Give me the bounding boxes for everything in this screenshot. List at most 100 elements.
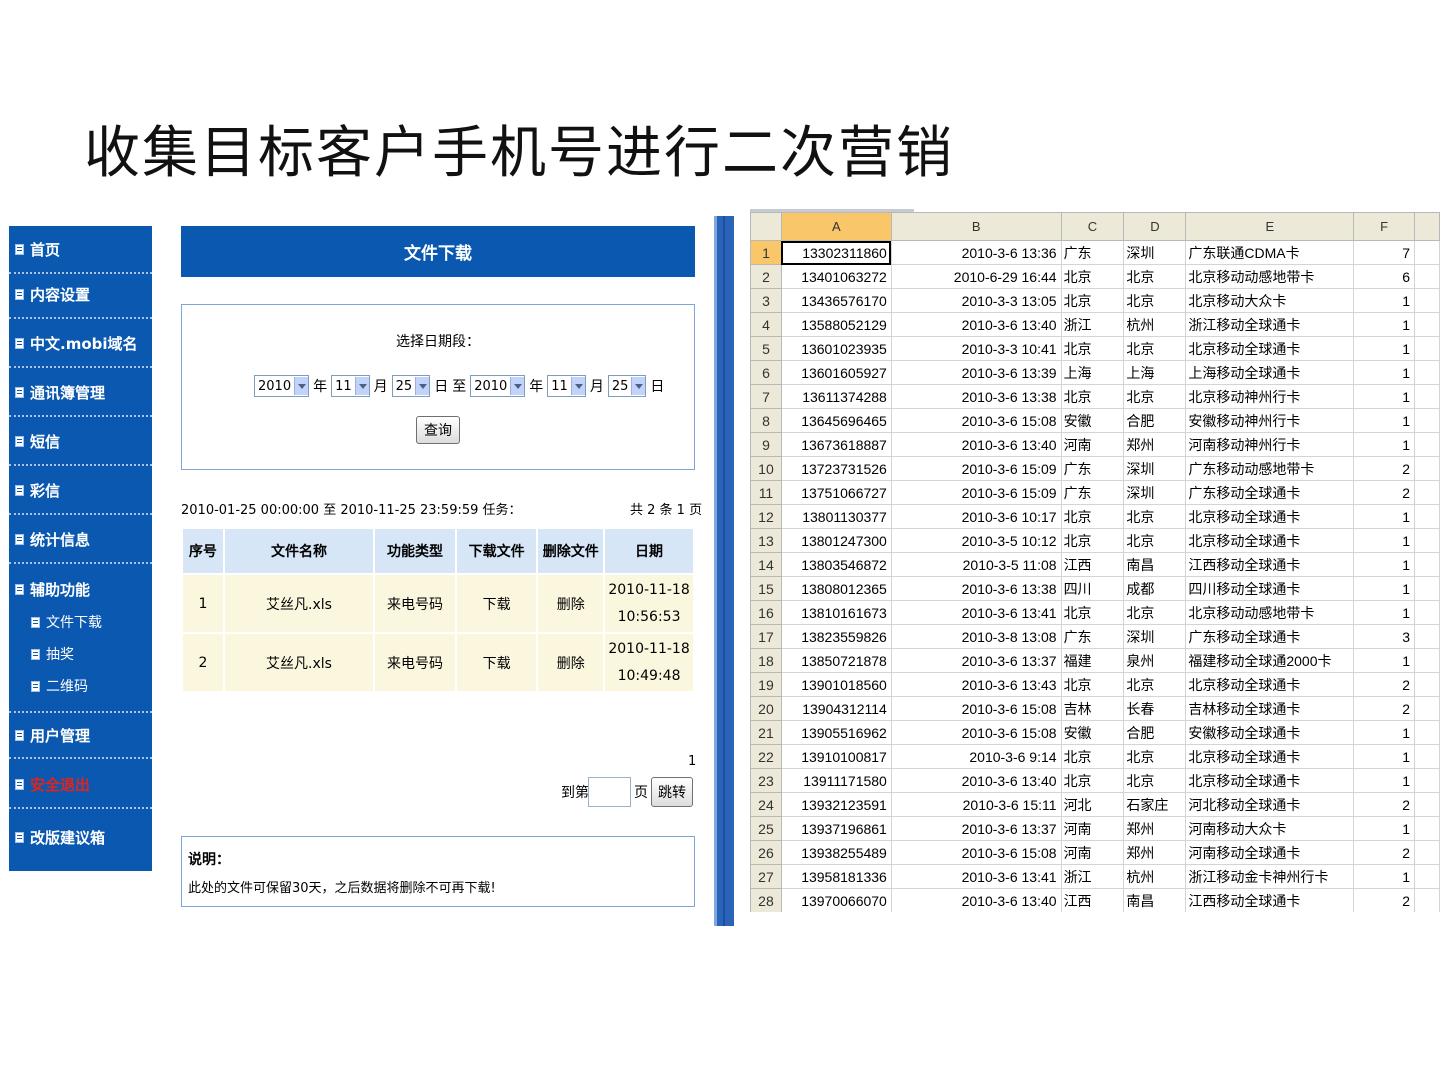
count-cell[interactable]: 1 <box>1353 360 1416 385</box>
row-header[interactable]: 28 <box>750 888 782 912</box>
row-header[interactable]: 8 <box>750 408 782 433</box>
province-cell[interactable]: 广东 <box>1061 624 1125 649</box>
phone-cell[interactable]: 13723731526 <box>781 456 892 481</box>
row-header[interactable]: 5 <box>750 336 782 361</box>
card-type-cell[interactable]: 江西移动全球通卡 <box>1185 888 1355 912</box>
card-type-cell[interactable]: 北京移动动感地带卡 <box>1185 264 1355 289</box>
time-cell[interactable]: 2010-3-6 13:43 <box>891 672 1062 697</box>
empty-cell[interactable] <box>1414 840 1440 865</box>
card-type-cell[interactable]: 江西移动全球通卡 <box>1185 552 1355 577</box>
empty-cell[interactable] <box>1414 744 1440 769</box>
city-cell[interactable]: 南昌 <box>1123 888 1187 912</box>
empty-cell[interactable] <box>1414 240 1440 265</box>
row-header[interactable]: 18 <box>750 648 782 673</box>
city-cell[interactable]: 杭州 <box>1123 312 1187 337</box>
count-cell[interactable]: 1 <box>1353 528 1416 553</box>
card-type-cell[interactable]: 广东移动全球通卡 <box>1185 480 1355 505</box>
phone-cell[interactable]: 13932123591 <box>781 792 892 817</box>
province-cell[interactable]: 北京 <box>1061 504 1125 529</box>
column-header-e[interactable]: E <box>1185 212 1355 241</box>
count-cell[interactable]: 2 <box>1353 840 1416 865</box>
column-header-f[interactable]: F <box>1353 212 1416 241</box>
empty-cell[interactable] <box>1414 768 1440 793</box>
city-cell[interactable]: 长春 <box>1123 696 1187 721</box>
phone-cell[interactable]: 13751066727 <box>781 480 892 505</box>
card-type-cell[interactable]: 广东联通CDMA卡 <box>1185 240 1355 265</box>
count-cell[interactable]: 2 <box>1353 480 1416 505</box>
card-type-cell[interactable]: 北京移动全球通卡 <box>1185 336 1355 361</box>
phone-cell[interactable]: 13911171580 <box>781 768 892 793</box>
empty-cell[interactable] <box>1414 408 1440 433</box>
count-cell[interactable]: 2 <box>1353 792 1416 817</box>
row-header[interactable]: 16 <box>750 600 782 625</box>
count-cell[interactable]: 1 <box>1353 864 1416 889</box>
phone-cell[interactable]: 13302311860 <box>781 240 892 265</box>
card-type-cell[interactable]: 四川移动全球通卡 <box>1185 576 1355 601</box>
count-cell[interactable]: 1 <box>1353 288 1416 313</box>
card-type-cell[interactable]: 河北移动全球通卡 <box>1185 792 1355 817</box>
count-cell[interactable]: 1 <box>1353 504 1416 529</box>
phone-cell[interactable]: 13801247300 <box>781 528 892 553</box>
count-cell[interactable]: 1 <box>1353 432 1416 457</box>
phone-cell[interactable]: 13910100817 <box>781 744 892 769</box>
delete-link[interactable]: 删除 <box>536 632 606 693</box>
card-type-cell[interactable]: 河南移动神州行卡 <box>1185 432 1355 457</box>
sidebar-item-statistics[interactable]: 统计信息 <box>9 516 152 564</box>
card-type-cell[interactable]: 北京移动全球通卡 <box>1185 672 1355 697</box>
time-cell[interactable]: 2010-3-6 13:41 <box>891 600 1062 625</box>
phone-cell[interactable]: 13937196861 <box>781 816 892 841</box>
phone-cell[interactable]: 13810161673 <box>781 600 892 625</box>
count-cell[interactable]: 2 <box>1353 672 1416 697</box>
province-cell[interactable]: 北京 <box>1061 672 1125 697</box>
city-cell[interactable]: 泉州 <box>1123 648 1187 673</box>
sidebar-item-content-settings[interactable]: 内容设置 <box>9 271 152 319</box>
city-cell[interactable]: 杭州 <box>1123 864 1187 889</box>
row-header[interactable]: 2 <box>750 264 782 289</box>
phone-cell[interactable]: 13611374288 <box>781 384 892 409</box>
phone-cell[interactable]: 13436576170 <box>781 288 892 313</box>
query-button[interactable]: 查询 <box>416 416 460 444</box>
empty-cell[interactable] <box>1414 816 1440 841</box>
empty-cell[interactable] <box>1414 456 1440 481</box>
row-header[interactable]: 13 <box>750 528 782 553</box>
province-cell[interactable]: 北京 <box>1061 744 1125 769</box>
time-cell[interactable]: 2010-3-6 13:41 <box>891 864 1062 889</box>
empty-cell[interactable] <box>1414 648 1440 673</box>
time-cell[interactable]: 2010-3-6 15:08 <box>891 840 1062 865</box>
empty-cell[interactable] <box>1414 432 1440 457</box>
phone-cell[interactable]: 13673618887 <box>781 432 892 457</box>
phone-cell[interactable]: 13905516962 <box>781 720 892 745</box>
row-header[interactable]: 23 <box>750 768 782 793</box>
empty-cell[interactable] <box>1414 624 1440 649</box>
count-cell[interactable]: 1 <box>1353 552 1416 577</box>
city-cell[interactable]: 深圳 <box>1123 480 1187 505</box>
province-cell[interactable]: 河南 <box>1061 432 1125 457</box>
city-cell[interactable]: 北京 <box>1123 528 1187 553</box>
sidebar-subitem-qrcode[interactable]: 二维码 <box>31 671 88 701</box>
sidebar-item-feedback[interactable]: 改版建议箱 <box>9 813 152 861</box>
phone-cell[interactable]: 13901018560 <box>781 672 892 697</box>
download-link[interactable]: 下载 <box>454 573 539 634</box>
empty-cell[interactable] <box>1414 288 1440 313</box>
column-header-empty[interactable] <box>1414 212 1440 241</box>
empty-cell[interactable] <box>1414 336 1440 361</box>
time-cell[interactable]: 2010-3-6 10:17 <box>891 504 1062 529</box>
sidebar-item-sms[interactable]: 短信 <box>9 418 152 466</box>
time-cell[interactable]: 2010-3-6 13:36 <box>891 240 1062 265</box>
from-day-select[interactable]: 25 <box>391 375 431 397</box>
city-cell[interactable]: 南昌 <box>1123 552 1187 577</box>
empty-cell[interactable] <box>1414 504 1440 529</box>
time-cell[interactable]: 2010-3-5 11:08 <box>891 552 1062 577</box>
row-header[interactable]: 19 <box>750 672 782 697</box>
phone-cell[interactable]: 13808012365 <box>781 576 892 601</box>
time-cell[interactable]: 2010-3-6 13:38 <box>891 576 1062 601</box>
city-cell[interactable]: 合肥 <box>1123 408 1187 433</box>
card-type-cell[interactable]: 北京移动全球通卡 <box>1185 528 1355 553</box>
goto-page-input[interactable] <box>588 777 631 807</box>
time-cell[interactable]: 2010-3-6 15:08 <box>891 408 1062 433</box>
phone-cell[interactable]: 13588052129 <box>781 312 892 337</box>
row-header[interactable]: 9 <box>750 432 782 457</box>
row-header[interactable]: 17 <box>750 624 782 649</box>
time-cell[interactable]: 2010-3-6 15:09 <box>891 480 1062 505</box>
city-cell[interactable]: 北京 <box>1123 768 1187 793</box>
